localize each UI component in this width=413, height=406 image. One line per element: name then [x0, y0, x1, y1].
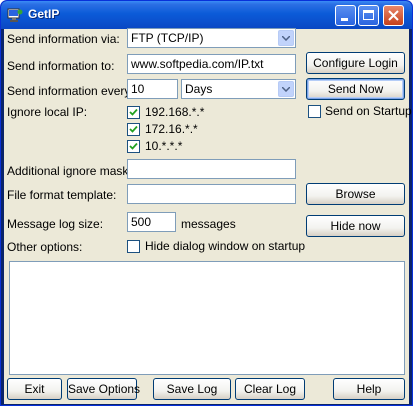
send-to-input[interactable]: www.softpedia.com/IP.txt — [127, 54, 296, 74]
minimize-button[interactable] — [335, 5, 356, 26]
file-format-input[interactable] — [127, 184, 296, 204]
interval-input[interactable]: 10 — [127, 79, 178, 99]
send-to-label: Send information to: — [7, 59, 115, 73]
file-format-label: File format template: — [7, 188, 117, 202]
check-icon — [129, 142, 138, 150]
message-log[interactable] — [9, 261, 405, 375]
chevron-down-icon — [282, 87, 290, 92]
ignore-ip-3-label: 10.*.*.* — [145, 139, 183, 153]
close-button[interactable] — [383, 5, 404, 26]
messages-unit-label: messages — [181, 217, 236, 231]
hide-on-startup-label: Hide dialog window on startup — [145, 239, 306, 253]
ignore-ip-2-label: 172.16.*.* — [145, 122, 198, 136]
minimize-icon — [341, 18, 348, 21]
send-on-startup-label: Send on Startup — [325, 104, 412, 118]
check-icon — [129, 108, 138, 116]
getip-window: GetIP Send information via: FTP (TCP/IP) — [0, 0, 413, 406]
send-via-value: FTP (TCP/IP) — [131, 31, 204, 45]
send-now-button[interactable]: Send Now — [306, 78, 405, 100]
ignore-ip-1-checkbox[interactable] — [127, 106, 140, 119]
ignore-ip-2-checkbox[interactable] — [127, 123, 140, 136]
send-to-value: www.softpedia.com/IP.txt — [131, 57, 264, 71]
log-size-value: 500 — [131, 215, 152, 229]
interval-value: 10 — [131, 82, 145, 96]
window-title: GetIP — [28, 7, 60, 21]
send-via-select[interactable]: FTP (TCP/IP) — [127, 28, 296, 48]
interval-unit-value: Days — [185, 82, 213, 96]
interval-unit-dropdown-button[interactable] — [278, 81, 294, 97]
log-size-input[interactable]: 500 — [127, 212, 176, 232]
send-via-label: Send information via: — [7, 32, 120, 46]
help-button[interactable]: Help — [333, 378, 405, 400]
additional-masks-label: Additional ignore masks: — [7, 164, 138, 178]
title-bar[interactable]: GetIP — [1, 1, 412, 29]
additional-masks-input[interactable] — [127, 159, 296, 179]
exit-button[interactable]: Exit — [7, 378, 62, 400]
save-options-button[interactable]: Save Options — [67, 378, 140, 400]
browse-button[interactable]: Browse — [306, 183, 405, 205]
interval-unit-select[interactable]: Days — [181, 79, 296, 99]
maximize-icon — [363, 10, 374, 20]
ignore-ip-1-label: 192.168.*.* — [145, 105, 205, 119]
check-icon — [129, 125, 138, 133]
maximize-button[interactable] — [358, 5, 379, 26]
configure-login-button[interactable]: Configure Login — [306, 52, 405, 74]
ignore-ip-3-checkbox[interactable] — [127, 140, 140, 153]
other-options-label: Other options: — [7, 240, 83, 254]
send-via-dropdown-button[interactable] — [278, 30, 294, 46]
ignore-local-ip-label: Ignore local IP: — [7, 105, 88, 119]
close-icon — [388, 10, 399, 21]
getip-app-icon[interactable] — [7, 7, 23, 23]
send-every-label: Send information every: — [7, 84, 134, 98]
save-log-button[interactable]: Save Log — [153, 378, 231, 400]
hide-now-button[interactable]: Hide now — [306, 215, 405, 237]
dialog-body: Send information via: FTP (TCP/IP) Send … — [4, 28, 412, 404]
log-size-label: Message log size: — [7, 217, 104, 231]
chevron-down-icon — [282, 36, 290, 41]
hide-on-startup-checkbox[interactable] — [127, 240, 140, 253]
send-on-startup-checkbox[interactable] — [308, 105, 321, 118]
clear-log-button[interactable]: Clear Log — [235, 378, 305, 400]
